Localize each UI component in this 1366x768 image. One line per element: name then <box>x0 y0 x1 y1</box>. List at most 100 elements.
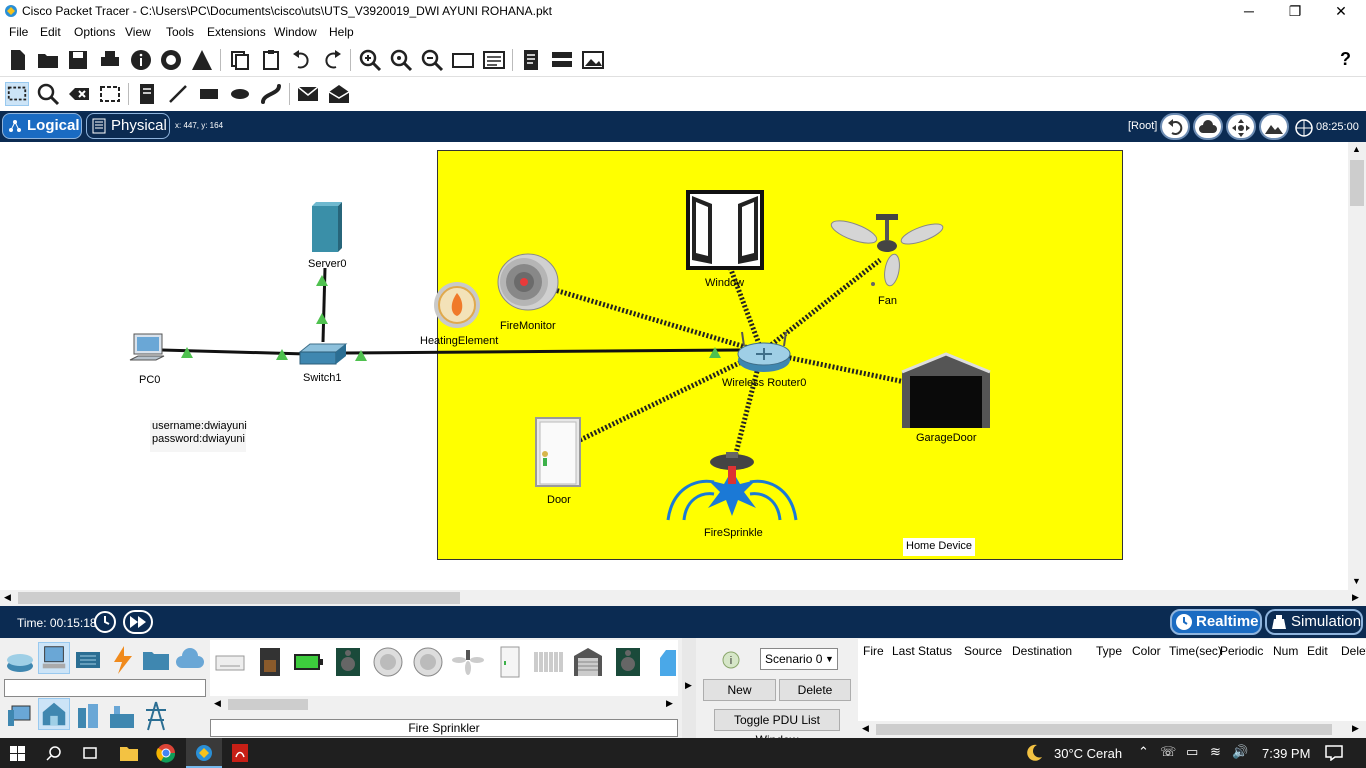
panel-splitter[interactable]: ▶ <box>682 638 696 738</box>
pdu-event-table[interactable]: Fire Last Status Source Destination Type… <box>858 639 1366 737</box>
scroll-right-icon[interactable]: ▶ <box>1352 592 1359 603</box>
tab-logical[interactable]: Logical <box>2 113 82 139</box>
horizontal-scrollbar[interactable]: ◀ ▶ <box>0 590 1366 606</box>
print-icon[interactable] <box>98 48 122 72</box>
battery-icon[interactable] <box>292 646 324 678</box>
scroll-left-icon[interactable]: ◀ <box>4 592 11 603</box>
menu-tools[interactable]: Tools <box>166 25 194 39</box>
tray-chevron-up-icon[interactable]: ⌃ <box>1138 744 1149 760</box>
carbon-monoxide-detector-icon[interactable] <box>412 646 444 678</box>
garage-door-device-icon[interactable] <box>572 646 604 678</box>
text-note-icon[interactable] <box>519 48 543 72</box>
zoom-in-icon[interactable] <box>358 48 382 72</box>
realtime-mode-button[interactable]: Realtime <box>1170 609 1262 635</box>
volume-icon[interactable]: 🔊 <box>1232 744 1248 760</box>
move-object-button[interactable] <box>1226 113 1256 140</box>
miscellaneous-category-icon[interactable] <box>140 644 172 676</box>
industrial-subcategory-icon[interactable] <box>106 700 138 732</box>
zoom-out-icon[interactable] <box>420 48 444 72</box>
new-scenario-button[interactable]: New <box>703 679 776 701</box>
power-grid-subcategory-icon[interactable] <box>140 700 172 732</box>
scroll-down-icon[interactable]: ▼ <box>1352 576 1361 586</box>
menu-options[interactable]: Options <box>74 25 115 39</box>
minimize-button[interactable]: ─ <box>1226 0 1272 23</box>
fire-sprinkler-icon[interactable] <box>664 450 800 524</box>
smart-city-subcategory-icon[interactable] <box>72 700 104 732</box>
door-icon[interactable] <box>534 416 582 488</box>
close-button[interactable]: ✕ <box>1318 0 1364 23</box>
notifications-icon[interactable] <box>1325 745 1343 761</box>
custom-device-icon[interactable] <box>482 48 506 72</box>
device-search-input[interactable] <box>4 679 206 697</box>
ceiling-fan-icon[interactable] <box>452 646 484 678</box>
device-list[interactable]: ◀ ▶ <box>210 640 678 712</box>
humidifier-icon[interactable] <box>652 646 684 678</box>
coffee-maker-icon[interactable] <box>254 646 286 678</box>
door-device-icon[interactable] <box>494 646 526 678</box>
pdf-reader-icon[interactable] <box>230 743 250 763</box>
new-file-icon[interactable] <box>6 48 30 72</box>
battery-tray-icon[interactable]: ▭ <box>1186 744 1198 760</box>
toggle-pdu-list-button[interactable]: Toggle PDU List Window <box>714 709 840 747</box>
viewport-globe-icon[interactable] <box>1294 118 1314 138</box>
scenario-select[interactable]: Scenario 0 ▼ <box>760 648 838 670</box>
copy-icon[interactable] <box>228 48 252 72</box>
delete-tool-icon[interactable] <box>67 82 91 106</box>
scenario-info-icon[interactable]: i <box>722 651 740 669</box>
connections-category-icon[interactable] <box>106 644 138 676</box>
wireless-router-icon[interactable] <box>736 330 792 374</box>
weather-text[interactable]: 30°C Cerah <box>1054 746 1122 761</box>
network-devices-category-icon[interactable] <box>4 644 36 676</box>
activity-wizard-icon[interactable] <box>190 48 214 72</box>
back-button[interactable] <box>1160 113 1190 140</box>
cluster-icon[interactable] <box>550 48 574 72</box>
taskbar-clock[interactable]: 7:39 PM <box>1262 746 1310 761</box>
maximize-button[interactable]: ❐ <box>1272 0 1318 23</box>
draw-line-icon[interactable] <box>166 82 190 106</box>
heating-element-icon[interactable] <box>432 280 482 330</box>
menu-edit[interactable]: Edit <box>40 25 61 39</box>
freeform-icon[interactable] <box>259 82 283 106</box>
save-icon[interactable] <box>66 48 90 72</box>
end-devices-category-icon[interactable] <box>38 642 70 674</box>
open-folder-icon[interactable] <box>36 48 60 72</box>
pdu-scroll-right-icon[interactable]: ▶ <box>1352 723 1359 734</box>
draw-ellipse-icon[interactable] <box>228 82 252 106</box>
task-view-icon[interactable] <box>81 745 99 761</box>
vertical-scrollbar[interactable]: ▲ ▼ <box>1348 142 1366 590</box>
set-background-button[interactable] <box>1259 113 1289 140</box>
multiuser-category-icon[interactable] <box>174 644 206 676</box>
radiator-icon[interactable] <box>532 646 564 678</box>
pdu-scroll-thumb[interactable] <box>876 724 1332 735</box>
undo-icon[interactable] <box>290 48 314 72</box>
tab-physical[interactable]: Physical <box>86 113 170 139</box>
air-conditioner-icon[interactable] <box>214 646 246 678</box>
select-tool-icon[interactable] <box>5 82 29 106</box>
meet-now-icon[interactable]: ☏ <box>1160 744 1176 760</box>
pdu-table-scrollbar[interactable]: ◀ ▶ <box>858 721 1366 737</box>
power-cycle-icon[interactable] <box>93 610 117 634</box>
window-device-icon[interactable] <box>686 190 764 272</box>
wifi-icon[interactable]: ≋ <box>1210 744 1221 760</box>
server-icon[interactable] <box>310 202 342 254</box>
place-note-icon[interactable] <box>135 82 159 106</box>
inspect-tool-icon[interactable] <box>36 82 60 106</box>
zoom-reset-icon[interactable] <box>389 48 413 72</box>
pdu-scroll-left-icon[interactable]: ◀ <box>862 723 869 734</box>
simulation-mode-button[interactable]: Simulation <box>1265 609 1363 635</box>
vertical-scroll-thumb[interactable] <box>1350 160 1364 206</box>
drawing-palette-icon[interactable] <box>451 48 475 72</box>
chrome-icon[interactable] <box>156 743 176 763</box>
logical-workspace[interactable]: Server0 PC0 username:dwiayuni password:d… <box>0 142 1348 590</box>
carbon-dioxide-detector-icon[interactable] <box>372 646 404 678</box>
resize-tool-icon[interactable] <box>98 82 122 106</box>
device-scroll-left-icon[interactable]: ◀ <box>214 698 221 709</box>
expand-arrow-icon[interactable]: ▶ <box>685 680 692 691</box>
image-icon[interactable] <box>581 48 605 72</box>
garage-door-icon[interactable] <box>900 352 992 430</box>
components-category-icon[interactable] <box>72 644 104 676</box>
delete-scenario-button[interactable]: Delete <box>779 679 851 701</box>
new-cluster-button[interactable] <box>1193 113 1223 140</box>
switch-icon[interactable] <box>298 342 348 368</box>
paste-icon[interactable] <box>259 48 283 72</box>
